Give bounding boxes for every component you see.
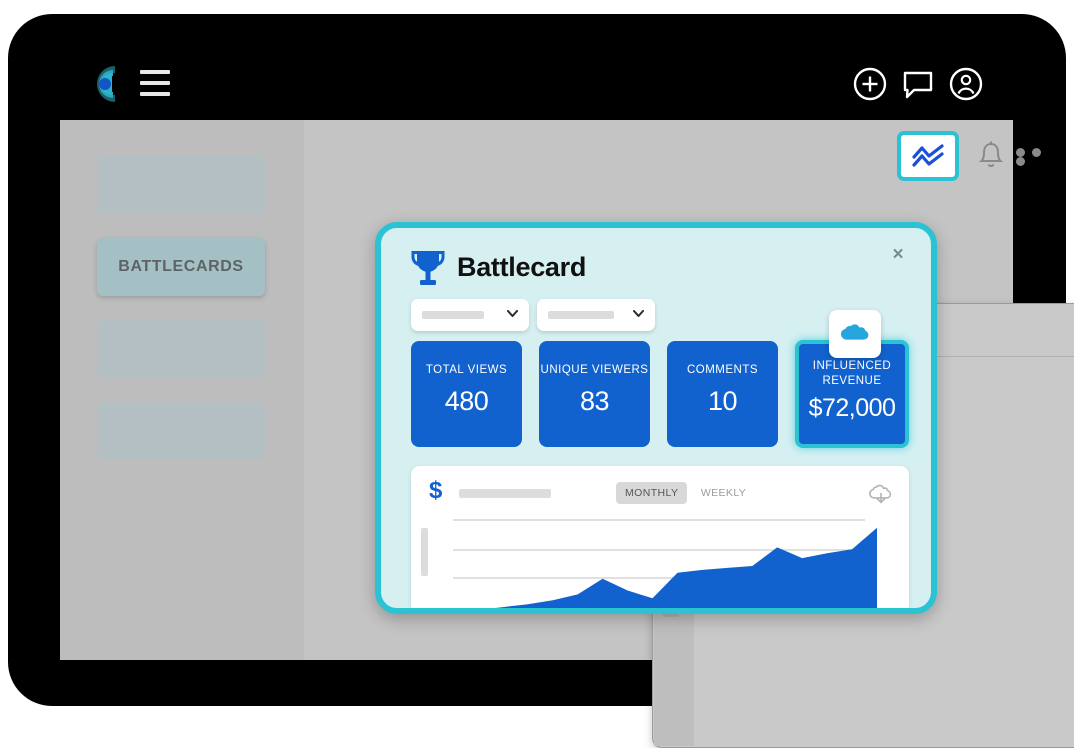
analytics-button[interactable] bbox=[897, 131, 959, 181]
more-dot bbox=[1032, 148, 1041, 157]
hamburger-bar bbox=[140, 70, 170, 74]
salesforce-cloud-icon bbox=[838, 322, 872, 346]
trophy-icon bbox=[411, 248, 445, 288]
chart-title-placeholder bbox=[459, 489, 551, 498]
close-icon[interactable]: × bbox=[885, 242, 911, 268]
stat-value: $72,000 bbox=[799, 394, 905, 423]
filter-placeholder bbox=[548, 311, 614, 319]
chart-range-toggle: MONTHLY WEEKLY bbox=[616, 482, 755, 504]
revenue-chart-panel: $ MONTHLY WEEKLY bbox=[411, 466, 909, 614]
analytics-icon bbox=[911, 144, 945, 168]
sidebar: BATTLECARDS bbox=[60, 120, 304, 660]
more-dot bbox=[1016, 157, 1025, 166]
filter-placeholder bbox=[422, 311, 484, 319]
messages-icon[interactable] bbox=[898, 64, 938, 104]
range-option-monthly[interactable]: MONTHLY bbox=[616, 482, 687, 504]
sidebar-item-label: BATTLECARDS bbox=[118, 258, 243, 276]
stat-label: UNIQUE VIEWERS bbox=[539, 363, 650, 378]
notifications-button[interactable] bbox=[976, 140, 1006, 172]
dollar-icon: $ bbox=[429, 477, 442, 505]
brand-logo-icon[interactable] bbox=[82, 62, 126, 106]
cloud-download-icon bbox=[868, 483, 894, 507]
sidebar-item-battlecards[interactable]: BATTLECARDS bbox=[97, 238, 265, 296]
hamburger-bar bbox=[140, 81, 170, 85]
filter-select-2[interactable] bbox=[537, 299, 655, 331]
stat-label: TOTAL VIEWS bbox=[411, 363, 522, 378]
hamburger-icon[interactable] bbox=[140, 70, 170, 98]
stat-label: INFLUENCED REVENUE bbox=[799, 359, 905, 389]
account-icon[interactable] bbox=[946, 64, 986, 104]
app-bar bbox=[52, 46, 1022, 120]
filter-select-1[interactable] bbox=[411, 299, 529, 331]
chevron-down-icon bbox=[633, 310, 644, 317]
more-dot bbox=[1016, 148, 1025, 157]
stat-label: COMMENTS bbox=[667, 363, 778, 378]
sidebar-item-2[interactable] bbox=[97, 320, 265, 378]
modal-title: Battlecard bbox=[457, 252, 586, 283]
more-options-button[interactable] bbox=[1016, 148, 1058, 160]
stat-card-comments[interactable]: COMMENTS 10 bbox=[667, 341, 778, 447]
battlecard-modal: Battlecard × TOTAL VIEWS 480 UNIQUE VIEW… bbox=[375, 222, 937, 614]
stat-value: 10 bbox=[667, 386, 778, 417]
add-icon[interactable] bbox=[850, 64, 890, 104]
stat-value: 480 bbox=[411, 386, 522, 417]
range-option-weekly[interactable]: WEEKLY bbox=[692, 482, 755, 504]
stat-card-total-views[interactable]: TOTAL VIEWS 480 bbox=[411, 341, 522, 447]
sidebar-item-0[interactable] bbox=[97, 156, 265, 214]
stat-value: 83 bbox=[539, 386, 650, 417]
area-chart bbox=[411, 514, 909, 614]
cloud-download-button[interactable] bbox=[868, 483, 894, 507]
chevron-down-icon bbox=[507, 310, 518, 317]
hamburger-bar bbox=[140, 92, 170, 96]
sidebar-item-3[interactable] bbox=[97, 402, 265, 460]
salesforce-cloud-badge[interactable] bbox=[829, 310, 881, 358]
chart-area-series bbox=[453, 528, 877, 614]
bell-icon bbox=[976, 140, 1006, 172]
stat-card-unique-viewers[interactable]: UNIQUE VIEWERS 83 bbox=[539, 341, 650, 447]
